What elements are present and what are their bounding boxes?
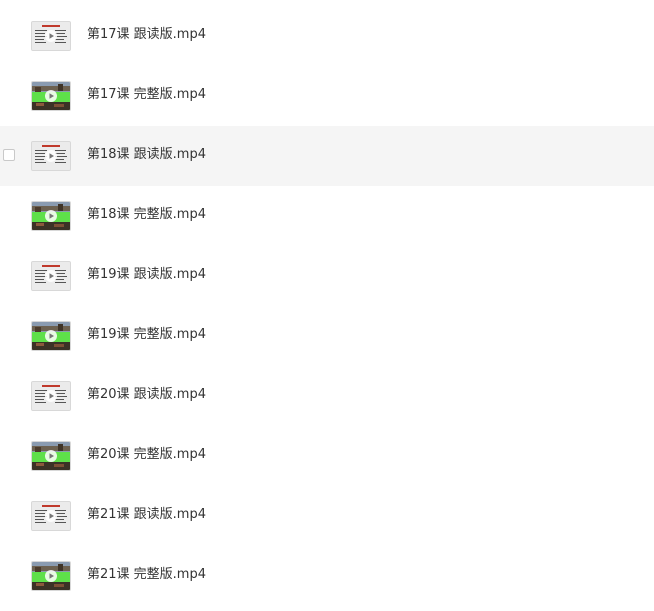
play-icon — [45, 510, 57, 522]
slide-thumbnail[interactable] — [31, 141, 71, 171]
file-name[interactable]: 第18课 跟读版.mp4 — [87, 146, 206, 164]
file-name[interactable]: 第20课 跟读版.mp4 — [87, 386, 206, 404]
video-thumbnail[interactable] — [31, 201, 71, 231]
file-name[interactable]: 第19课 完整版.mp4 — [87, 326, 206, 344]
file-row[interactable]: 第21课 跟读版.mp4 — [0, 486, 654, 546]
video-thumbnail[interactable] — [31, 321, 71, 351]
play-icon — [45, 210, 57, 222]
file-row[interactable]: 第20课 跟读版.mp4 — [0, 366, 654, 426]
file-name[interactable]: 第17课 跟读版.mp4 — [87, 26, 206, 44]
video-thumbnail[interactable] — [31, 561, 71, 591]
file-name[interactable]: 第17课 完整版.mp4 — [87, 86, 206, 104]
file-row[interactable]: 第21课 完整版.mp4 — [0, 546, 654, 606]
file-list: 第17课 跟读版.mp4 第17课 完整版.mp4 第18课 跟读版.mp4 第… — [0, 6, 654, 606]
file-name[interactable]: 第19课 跟读版.mp4 — [87, 266, 206, 284]
file-name[interactable]: 第21课 完整版.mp4 — [87, 566, 206, 584]
file-row[interactable]: 第17课 跟读版.mp4 — [0, 6, 654, 66]
file-row[interactable]: 第18课 跟读版.mp4 — [0, 126, 654, 186]
video-thumbnail[interactable] — [31, 81, 71, 111]
file-row[interactable]: 第19课 跟读版.mp4 — [0, 246, 654, 306]
play-icon — [45, 450, 57, 462]
play-icon — [45, 390, 57, 402]
file-row[interactable]: 第17课 完整版.mp4 — [0, 66, 654, 126]
play-icon — [45, 150, 57, 162]
video-thumbnail[interactable] — [31, 441, 71, 471]
file-name[interactable]: 第18课 完整版.mp4 — [87, 206, 206, 224]
play-icon — [45, 570, 57, 582]
slide-thumbnail[interactable] — [31, 381, 71, 411]
file-name[interactable]: 第21课 跟读版.mp4 — [87, 506, 206, 524]
file-row[interactable]: 第20课 完整版.mp4 — [0, 426, 654, 486]
slide-thumbnail[interactable] — [31, 261, 71, 291]
slide-thumbnail[interactable] — [31, 501, 71, 531]
file-row[interactable]: 第19课 完整版.mp4 — [0, 306, 654, 366]
play-icon — [45, 330, 57, 342]
play-icon — [45, 90, 57, 102]
play-icon — [45, 270, 57, 282]
file-name[interactable]: 第20课 完整版.mp4 — [87, 446, 206, 464]
file-row[interactable]: 第18课 完整版.mp4 — [0, 186, 654, 246]
checkbox-icon[interactable] — [3, 149, 15, 161]
slide-thumbnail[interactable] — [31, 21, 71, 51]
play-icon — [45, 30, 57, 42]
